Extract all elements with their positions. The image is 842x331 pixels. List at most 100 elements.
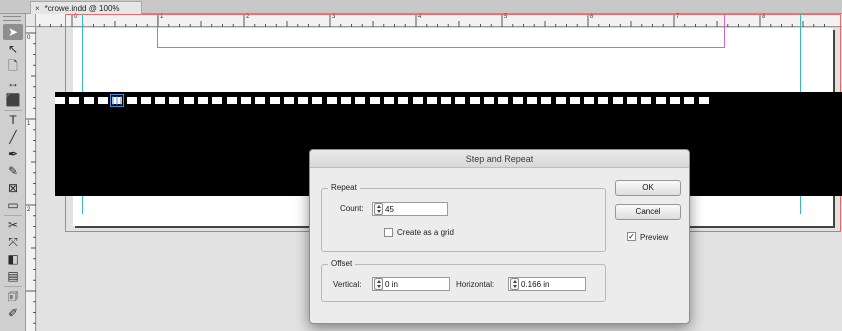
repeated-square[interactable] — [312, 97, 323, 104]
repeated-square[interactable] — [326, 97, 337, 104]
repeated-square[interactable] — [126, 97, 137, 104]
repeated-square[interactable] — [369, 97, 380, 104]
vertical-stepper-icon[interactable] — [374, 278, 383, 290]
repeated-square[interactable] — [226, 97, 237, 104]
create-grid-checkbox[interactable] — [384, 228, 393, 237]
repeated-square[interactable] — [484, 97, 494, 104]
rectangle-tool-icon[interactable]: ▭ — [3, 197, 23, 213]
selected-square-frame[interactable] — [110, 94, 124, 107]
repeated-square[interactable] — [169, 97, 180, 104]
repeated-square[interactable] — [55, 97, 65, 104]
type-tool-icon[interactable]: T — [3, 112, 23, 128]
repeated-square[interactable] — [355, 97, 366, 104]
repeated-square[interactable] — [240, 97, 251, 104]
gradient-feather-icon[interactable]: ▤ — [3, 268, 23, 284]
tool-separator — [4, 286, 22, 287]
tool-separator — [4, 215, 22, 216]
offset-legend: Offset — [328, 259, 356, 268]
repeated-square[interactable] — [212, 97, 223, 104]
scissors-tool-icon[interactable]: ✂ — [3, 217, 23, 233]
count-field[interactable]: 45 — [372, 202, 448, 216]
repeated-square[interactable] — [441, 97, 452, 104]
count-stepper-icon[interactable] — [374, 203, 383, 215]
repeated-square[interactable] — [183, 97, 194, 104]
page-tool-icon[interactable]: 🗋 — [3, 58, 23, 74]
repeated-square[interactable] — [627, 97, 637, 104]
pen-tool-icon[interactable]: ✒ — [3, 146, 23, 162]
repeat-group: Repeat Count: 45 Create as a grid — [321, 183, 606, 252]
repeated-square[interactable] — [83, 97, 94, 104]
note-tool-icon[interactable]: 🗊 — [3, 288, 23, 304]
document-tab-bar: × *crowe.indd @ 100% — [0, 0, 842, 14]
free-transform-tool-icon[interactable]: ⤧ — [3, 234, 23, 250]
top-margin-guide — [157, 14, 725, 48]
repeated-square[interactable] — [341, 97, 351, 104]
repeated-square[interactable] — [426, 97, 437, 104]
ruler-label: 2 — [27, 207, 31, 213]
horizontal-stepper-icon[interactable] — [510, 278, 519, 290]
gap-tool-icon[interactable]: ↔ — [3, 75, 23, 91]
repeated-square[interactable] — [455, 97, 466, 104]
repeated-square[interactable] — [669, 97, 680, 104]
repeated-square[interactable] — [69, 97, 80, 104]
repeated-square[interactable] — [698, 97, 709, 104]
repeated-square[interactable] — [198, 97, 208, 104]
vertical-ruler[interactable]: 0 1 2 — [26, 27, 36, 331]
offset-group: Offset Vertical: 0 in Horizontal: 0.166 … — [321, 259, 606, 302]
repeated-square[interactable] — [641, 97, 652, 104]
repeated-square[interactable] — [283, 97, 294, 104]
repeated-square[interactable] — [398, 97, 409, 104]
ruler-label: 1 — [27, 121, 31, 127]
dialog-title: Step and Repeat — [310, 150, 689, 168]
repeated-square[interactable] — [512, 97, 523, 104]
repeated-square[interactable] — [655, 97, 666, 104]
tools-panel: ➤ ↖ 🗋 ↔ ⬛ T ╱ ✒ ✎ ⊠ ▭ ✂ ⤧ ◧ ▤ 🗊 ✐ — [0, 14, 26, 331]
repeated-square[interactable] — [140, 97, 151, 104]
preview-label: Preview — [640, 233, 669, 242]
repeated-square[interactable] — [255, 97, 266, 104]
ok-button[interactable]: OK — [615, 180, 681, 196]
vertical-ruler-ticks — [26, 32, 36, 324]
vertical-label: Vertical: — [333, 280, 362, 289]
repeated-square[interactable] — [412, 97, 423, 104]
repeated-square[interactable] — [612, 97, 623, 104]
repeated-square[interactable] — [684, 97, 695, 104]
eyedropper-tool-icon[interactable]: ✐ — [3, 305, 23, 321]
rectangle-frame-tool-icon[interactable]: ⊠ — [3, 180, 23, 196]
repeated-square[interactable] — [555, 97, 566, 104]
repeated-square[interactable] — [469, 97, 480, 104]
vertical-field[interactable]: 0 in — [372, 277, 450, 291]
line-tool-icon[interactable]: ╱ — [3, 129, 23, 145]
pencil-tool-icon[interactable]: ✎ — [3, 163, 23, 179]
gradient-tool-icon[interactable]: ◧ — [3, 251, 23, 267]
repeated-square[interactable] — [383, 97, 394, 104]
repeated-square[interactable] — [526, 97, 537, 104]
selection-tool-icon[interactable]: ➤ — [3, 24, 23, 40]
repeated-square[interactable] — [541, 97, 552, 104]
ruler-origin[interactable] — [26, 14, 36, 27]
repeated-square[interactable] — [598, 97, 609, 104]
content-collector-icon[interactable]: ⬛ — [3, 92, 23, 108]
count-value: 45 — [385, 204, 394, 214]
document-tab[interactable]: × *crowe.indd @ 100% — [30, 1, 142, 14]
step-and-repeat-dialog: Step and Repeat Repeat Count: 45 Create … — [309, 149, 690, 324]
cancel-button[interactable]: Cancel — [615, 204, 681, 220]
horizontal-field[interactable]: 0.166 in — [508, 277, 586, 291]
repeated-square[interactable] — [298, 97, 309, 104]
repeated-square[interactable] — [269, 97, 280, 104]
tool-separator — [4, 110, 22, 111]
panel-grip[interactable] — [3, 16, 21, 21]
repeated-square[interactable] — [97, 97, 108, 104]
indesign-window: × *crowe.indd @ 100% ➤ ↖ 🗋 ↔ ⬛ T ╱ ✒ ✎ ⊠ ▭ ✂ ⤧ ◧ ▤ 🗊 ✐ 0… — [0, 0, 842, 331]
repeated-square[interactable] — [155, 97, 166, 104]
repeated-square[interactable] — [498, 97, 509, 104]
count-label: Count: — [340, 204, 364, 213]
repeated-square[interactable] — [569, 97, 580, 104]
ruler-label: 0 — [27, 35, 31, 41]
document-tab-title: *crowe.indd @ 100% — [44, 3, 120, 13]
direct-selection-tool-icon[interactable]: ↖ — [3, 41, 23, 57]
preview-checkbox[interactable]: ✓ — [627, 232, 636, 241]
repeat-legend: Repeat — [328, 183, 360, 192]
close-tab-icon[interactable]: × — [35, 4, 40, 13]
repeated-square[interactable] — [584, 97, 595, 104]
